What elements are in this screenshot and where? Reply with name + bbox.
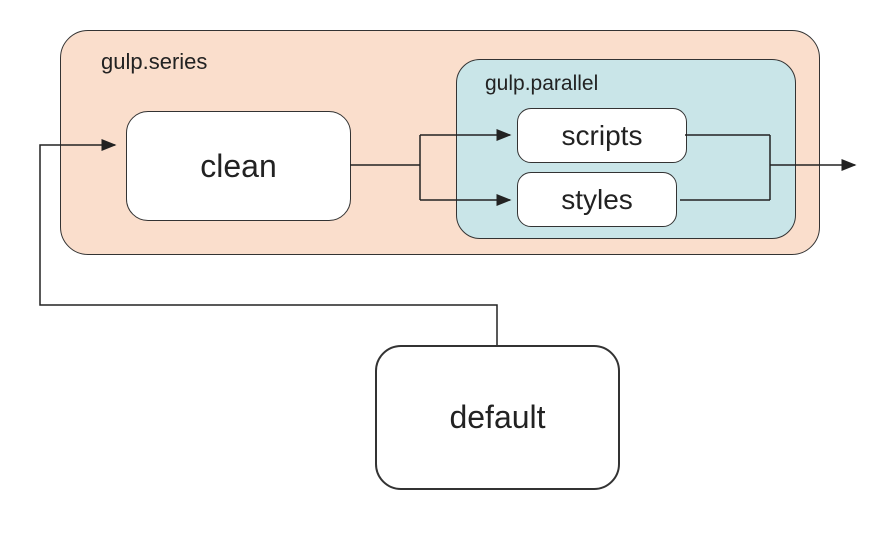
default-task-label: default bbox=[449, 399, 545, 436]
series-label: gulp.series bbox=[101, 49, 207, 75]
styles-task-label: styles bbox=[561, 184, 633, 216]
series-container: gulp.series clean gulp.parallel scripts … bbox=[60, 30, 820, 255]
styles-task-box: styles bbox=[517, 172, 677, 227]
scripts-task-label: scripts bbox=[562, 120, 643, 152]
scripts-task-box: scripts bbox=[517, 108, 687, 163]
parallel-container: gulp.parallel scripts styles bbox=[456, 59, 796, 239]
default-task-box: default bbox=[375, 345, 620, 490]
parallel-label: gulp.parallel bbox=[485, 72, 598, 96]
clean-task-box: clean bbox=[126, 111, 351, 221]
clean-task-label: clean bbox=[200, 148, 277, 185]
